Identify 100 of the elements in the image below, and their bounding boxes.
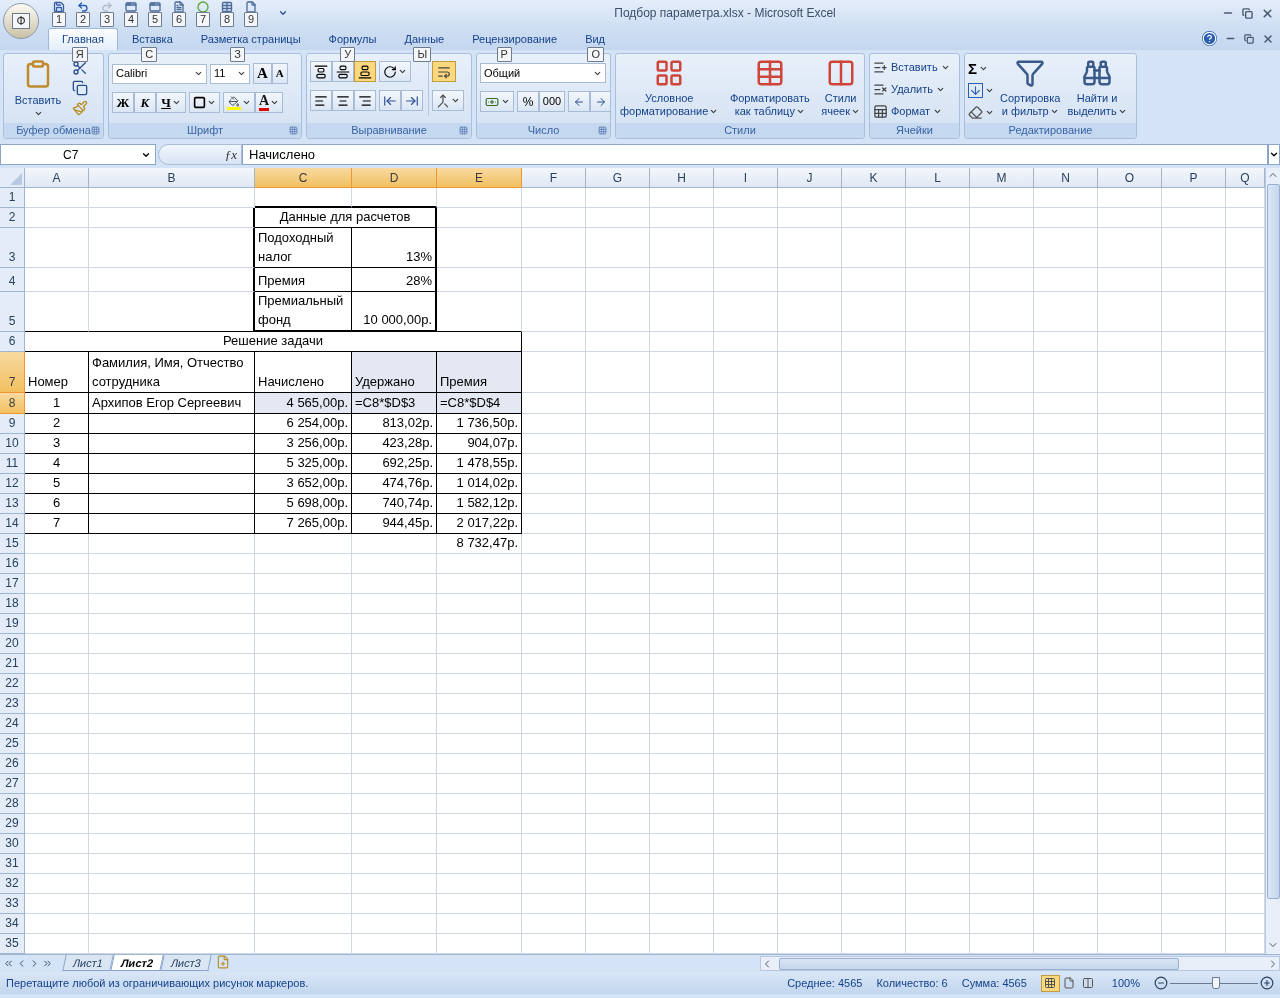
scissors-icon[interactable]: [72, 60, 88, 76]
ribbon-tab[interactable]: Главная: [48, 27, 118, 50]
vertical-scrollbar[interactable]: [1265, 168, 1280, 954]
grow-font-button[interactable]: A: [253, 63, 272, 84]
row-header[interactable]: 16: [0, 554, 25, 574]
thousands-button[interactable]: 000: [539, 91, 565, 112]
row-header[interactable]: 28: [0, 794, 25, 814]
cells-button[interactable]: Вставить: [873, 58, 950, 76]
slider-thumb[interactable]: [1211, 977, 1220, 989]
column-header[interactable]: H: [650, 168, 714, 188]
align-left-button[interactable]: [310, 90, 332, 111]
scroll-thumb[interactable]: [779, 957, 1179, 970]
name-box[interactable]: C7: [0, 144, 156, 165]
vertical-align-button[interactable]: [310, 61, 332, 82]
row-header[interactable]: 19: [0, 614, 25, 634]
align-right-button[interactable]: [354, 90, 376, 111]
dialog-launcher-icon[interactable]: [91, 126, 100, 135]
row-header[interactable]: 34: [0, 914, 25, 934]
row-header[interactable]: 6: [0, 332, 25, 352]
column-header[interactable]: O: [1098, 168, 1162, 188]
row-header[interactable]: 25: [0, 734, 25, 754]
column-header[interactable]: K: [842, 168, 906, 188]
insert-function-button[interactable]: ƒx: [158, 144, 242, 165]
editing-button[interactable]: Найти и выделить: [1066, 58, 1128, 118]
increase-indent-button[interactable]: [401, 90, 423, 111]
styles-button[interactable]: Стили ячеек: [820, 58, 861, 118]
scroll-thumb[interactable]: [1266, 184, 1280, 899]
column-header[interactable]: N: [1034, 168, 1098, 188]
row-header[interactable]: 26: [0, 754, 25, 774]
row-header[interactable]: 12: [0, 474, 25, 494]
column-header[interactable]: C: [255, 168, 352, 188]
row-header[interactable]: 35: [0, 934, 25, 954]
customize-caret-icon[interactable]: [278, 8, 288, 18]
fill-color-button[interactable]: [223, 92, 255, 113]
bold-button[interactable]: Ж: [112, 92, 134, 113]
row-header[interactable]: 18: [0, 594, 25, 614]
italic-button[interactable]: К: [134, 92, 156, 113]
increase-decimal-button[interactable]: [568, 91, 590, 112]
cells-button[interactable]: Удалить: [873, 80, 950, 98]
fill-button[interactable]: [968, 81, 994, 99]
row-header[interactable]: 15: [0, 534, 25, 554]
decrease-decimal-button[interactable]: [590, 91, 610, 112]
vertical-align-button[interactable]: [332, 61, 354, 82]
orientation-button[interactable]: [379, 61, 411, 82]
column-header[interactable]: G: [586, 168, 650, 188]
zoom-slider[interactable]: [1170, 977, 1258, 989]
row-header[interactable]: 2: [0, 208, 25, 228]
align-center-button[interactable]: [332, 90, 354, 111]
column-header[interactable]: A: [25, 168, 89, 188]
editing-button[interactable]: Сортировка и фильтр: [999, 58, 1062, 118]
merge-button[interactable]: [432, 90, 464, 111]
column-header[interactable]: M: [970, 168, 1034, 188]
row-header[interactable]: 10: [0, 434, 25, 454]
font-combo[interactable]: Calibri: [112, 63, 207, 84]
decrease-indent-button[interactable]: [379, 90, 401, 111]
zoom-in-icon[interactable]: [1260, 976, 1274, 990]
currency-button[interactable]: [480, 91, 514, 112]
column-header[interactable]: J: [778, 168, 842, 188]
row-header[interactable]: 20: [0, 634, 25, 654]
font-size-combo[interactable]: 11: [210, 63, 250, 84]
sheet-tab[interactable]: Лист1: [62, 955, 114, 971]
styles-button[interactable]: Форматировать как таблицу: [728, 58, 811, 118]
sheet-tab[interactable]: Лист3: [160, 955, 212, 971]
row-header[interactable]: 21: [0, 654, 25, 674]
zoom-out-icon[interactable]: [1154, 976, 1168, 990]
row-header[interactable]: 17: [0, 574, 25, 594]
column-header[interactable]: E: [437, 168, 522, 188]
first-sheet-icon[interactable]: [3, 958, 14, 969]
borders-button[interactable]: [189, 92, 220, 113]
help-icon[interactable]: [1202, 31, 1217, 46]
zoom-level[interactable]: 100%: [1111, 974, 1140, 992]
vertical-align-button[interactable]: [354, 61, 376, 82]
row-header[interactable]: 4: [0, 268, 25, 292]
column-header[interactable]: P: [1162, 168, 1226, 188]
dialog-launcher-icon[interactable]: [459, 126, 468, 135]
horizontal-scrollbar[interactable]: [760, 956, 1280, 971]
paste-button[interactable]: Вставить: [7, 58, 69, 122]
row-header[interactable]: 30: [0, 834, 25, 854]
row-header[interactable]: 23: [0, 694, 25, 714]
number-format-combo[interactable]: Общий: [480, 63, 606, 83]
sheet-tab[interactable]: Лист2: [110, 955, 164, 971]
copy-icon[interactable]: [72, 80, 88, 96]
row-header[interactable]: 5: [0, 292, 25, 332]
row-header[interactable]: 14: [0, 514, 25, 534]
column-header[interactable]: F: [522, 168, 586, 188]
row-header[interactable]: 24: [0, 714, 25, 734]
restore-icon[interactable]: [1244, 33, 1254, 44]
font-color-button[interactable]: A: [255, 92, 284, 113]
styles-button[interactable]: Условное форматирование: [619, 58, 720, 118]
close-icon[interactable]: [1261, 6, 1274, 20]
row-header[interactable]: 29: [0, 814, 25, 834]
row-header[interactable]: 7: [0, 352, 25, 393]
column-header[interactable]: I: [714, 168, 778, 188]
wrap-text-button[interactable]: [432, 61, 456, 82]
close-icon[interactable]: [1262, 32, 1274, 45]
percent-button[interactable]: %: [517, 91, 539, 112]
row-header[interactable]: 8: [0, 393, 25, 414]
row-header[interactable]: 22: [0, 674, 25, 694]
row-header[interactable]: 27: [0, 774, 25, 794]
column-header[interactable]: B: [89, 168, 255, 188]
